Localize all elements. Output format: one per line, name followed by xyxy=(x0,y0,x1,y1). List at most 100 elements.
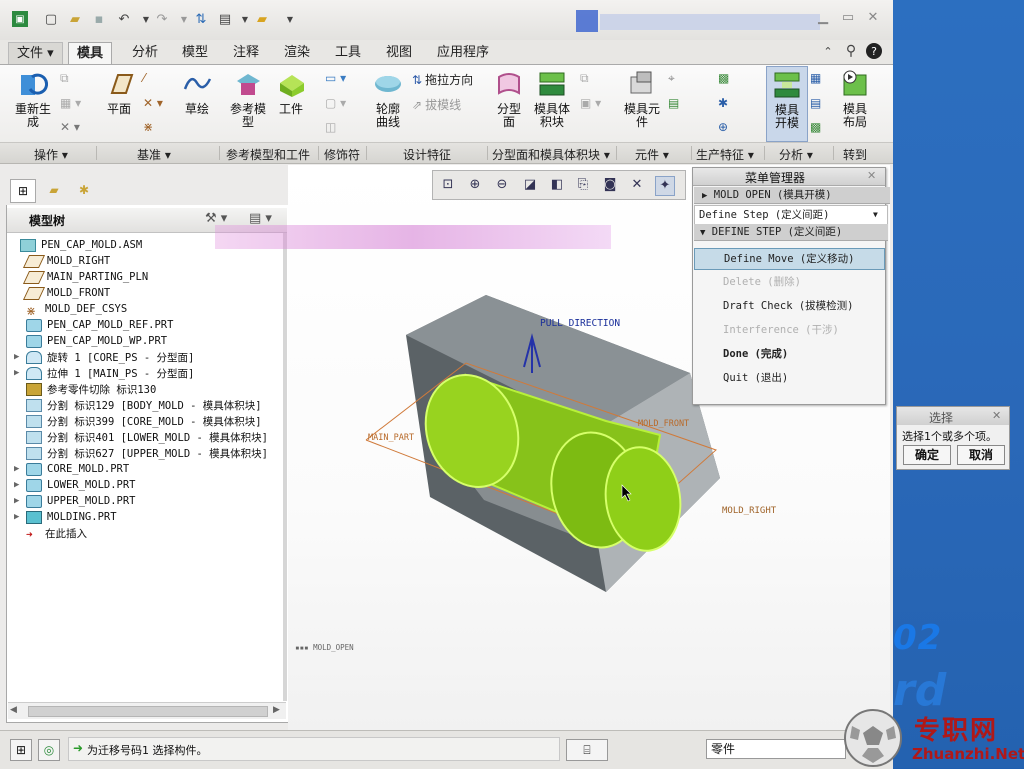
tree-item[interactable]: ▶ CORE_MOLD.PRT xyxy=(14,461,129,477)
copy-icon[interactable]: ⧉ xyxy=(60,71,69,86)
sketch-button[interactable]: 草绘 xyxy=(178,69,216,116)
expand-arrow-icon[interactable]: ▶ xyxy=(14,480,26,490)
tree-item[interactable]: 分割 标识401 [LOWER_MOLD - 模具体积块] xyxy=(14,429,268,445)
tab-view[interactable]: 视图 xyxy=(378,42,420,64)
view-manager-icon[interactable]: ◙ xyxy=(601,176,619,194)
analysis-icon[interactable]: ▦ xyxy=(810,71,821,85)
drag-direction-button[interactable]: ⇅ 拖拉方向 xyxy=(412,71,473,88)
tree-item[interactable]: 参考零件切除 标识130 xyxy=(14,381,156,397)
runner-icon[interactable]: ⊕ xyxy=(718,120,728,134)
tab-tools[interactable]: 工具 xyxy=(327,42,369,64)
tab-render[interactable]: 渲染 xyxy=(276,42,318,64)
tree-item[interactable]: PEN_CAP_MOLD_REF.PRT xyxy=(14,317,173,333)
help-icon[interactable]: ? xyxy=(866,43,882,59)
tree-root-assembly[interactable]: PEN_CAP_MOLD.ASM xyxy=(8,237,142,253)
tab-applications[interactable]: 应用程序 xyxy=(429,42,497,64)
tree-item[interactable]: 分割 标识627 [UPPER_MOLD - 模具体积块] xyxy=(14,445,268,461)
menu-item[interactable]: Done (完成) xyxy=(694,344,883,364)
cancel-button[interactable]: 取消 xyxy=(957,445,1005,465)
menu-manager-close-icon[interactable]: ✕ xyxy=(867,169,876,182)
refit-icon[interactable]: ⊡ xyxy=(439,176,457,194)
parting-surface-button[interactable]: 分型 面 xyxy=(490,69,528,129)
minimize-ribbon-icon[interactable]: ⌃ xyxy=(820,43,836,59)
tree-item[interactable]: MOLD_FRONT xyxy=(14,285,110,301)
tree-item[interactable]: ▶ LOWER_MOLD.PRT xyxy=(14,477,136,493)
group-ref-model-workpiece[interactable]: 参考模型和工件 xyxy=(226,146,310,163)
model-tree-tab-icon[interactable]: ⊞ xyxy=(10,179,36,203)
display-style-icon[interactable]: ◧ xyxy=(548,176,566,194)
define-step-menu-header[interactable]: ▼ DEFINE STEP (定义间距) xyxy=(694,224,888,241)
menu-item[interactable]: Draft Check (拔模检测) xyxy=(694,296,883,316)
show-browser-icon[interactable]: ◎ xyxy=(38,739,60,761)
mold-layout-button[interactable]: 模具 布局 xyxy=(836,69,874,129)
menu-item[interactable]: Quit (退出) xyxy=(694,368,883,388)
open-folder-icon[interactable]: ▰ xyxy=(67,11,83,27)
tree-vertical-scrollbar[interactable] xyxy=(283,233,287,701)
expand-arrow-icon[interactable]: ▶ xyxy=(14,512,26,522)
redo-dropdown-icon[interactable]: ▼ xyxy=(176,11,192,27)
group-operations[interactable]: 操作 ▾ xyxy=(34,146,68,163)
favorites-tab-icon[interactable]: ✱ xyxy=(72,179,96,201)
group-datum[interactable]: 基准 ▾ xyxy=(137,146,171,163)
datum-display-icon[interactable]: ✕ xyxy=(628,176,646,194)
close-window-icon[interactable]: ▰ xyxy=(254,11,270,27)
repaint-icon[interactable]: ◪ xyxy=(521,176,539,194)
tab-model[interactable]: 模型 xyxy=(174,42,216,64)
windows-icon[interactable]: ▤ xyxy=(217,11,233,27)
redo-icon[interactable]: ↷ xyxy=(154,11,170,27)
tree-item[interactable]: PEN_CAP_MOLD_WP.PRT xyxy=(14,333,167,349)
paste-icon[interactable]: ▦ ▾ xyxy=(60,96,81,110)
ok-button[interactable]: 确定 xyxy=(903,445,951,465)
mold-volume-button[interactable]: 模具体 积块 xyxy=(528,69,576,129)
undo-dropdown-icon[interactable]: ▼ xyxy=(138,11,154,27)
volume-tool-icon[interactable]: ⧉ xyxy=(580,71,589,86)
scroll-right-icon[interactable]: ▶ xyxy=(273,705,280,715)
tab-analysis[interactable]: 分析 xyxy=(124,42,166,64)
close-icon[interactable]: ✕ xyxy=(865,10,881,26)
group-modifiers[interactable]: 修饰符 xyxy=(324,146,360,163)
tree-item[interactable]: 分割 标识399 [CORE_MOLD - 模具体积块] xyxy=(14,413,262,429)
scroll-left-icon[interactable]: ◀ xyxy=(10,705,17,715)
windows-dropdown-icon[interactable]: ▼ xyxy=(237,11,253,27)
select-close-icon[interactable]: ✕ xyxy=(992,409,1001,422)
tree-settings-icon[interactable]: ⚒ ▾ xyxy=(205,211,227,226)
regenerate-small-icon[interactable]: ⇅ xyxy=(193,11,209,27)
mold-open-menu-header[interactable]: ▶ MOLD OPEN (模具开模) xyxy=(694,187,890,204)
analysis3-icon[interactable]: ▩ xyxy=(810,120,821,134)
modifier-icon[interactable]: ▢ ▾ xyxy=(325,96,346,110)
zoom-out-icon[interactable]: ⊖ xyxy=(493,176,511,194)
new-file-icon[interactable]: ▢ xyxy=(43,11,59,27)
expand-arrow-icon[interactable]: ▶ xyxy=(14,368,26,378)
saved-views-icon[interactable]: ⎘ xyxy=(574,176,592,194)
profile-curve-button[interactable]: 轮廓 曲线 xyxy=(368,69,408,129)
tree-item[interactable]: 分割 标识129 [BODY_MOLD - 模具体积块] xyxy=(14,397,262,413)
expand-arrow-icon[interactable]: ▶ xyxy=(14,464,26,474)
component-tool2-icon[interactable]: ▤ xyxy=(668,96,679,110)
tab-mold[interactable]: 模具 xyxy=(68,42,113,66)
group-design-features[interactable]: 设计特征 xyxy=(403,146,451,163)
search-icon[interactable]: ⚲ xyxy=(843,43,859,59)
find-icon[interactable]: ⌸ xyxy=(566,739,608,761)
undo-icon[interactable]: ↶ xyxy=(116,11,132,27)
tree-item[interactable]: MAIN_PARTING_PLN xyxy=(14,269,148,285)
tree-item[interactable]: ▶ 拉伸 1 [MAIN_PS - 分型面] xyxy=(14,365,194,381)
workpiece-button[interactable]: 工件 xyxy=(272,69,310,116)
component-tool-icon[interactable]: ⌖ xyxy=(668,71,675,86)
datum-point-icon[interactable]: ✕ ▾ xyxy=(143,96,163,110)
tree-item[interactable]: ➜ 在此插入 xyxy=(14,525,87,541)
tab-annotate[interactable]: 注释 xyxy=(225,42,267,64)
analysis2-icon[interactable]: ▤ xyxy=(810,96,821,110)
ejector-pin-icon[interactable]: ✱ xyxy=(718,96,728,110)
tree-horizontal-scrollbar[interactable]: ◀ ▶ xyxy=(8,702,286,719)
expand-arrow-icon[interactable]: ▶ xyxy=(14,496,26,506)
volume-tool2-icon[interactable]: ▣ ▾ xyxy=(580,96,601,110)
save-icon[interactable]: ▪ xyxy=(91,11,107,27)
mold-component-button[interactable]: 模具元 件 xyxy=(620,69,664,129)
production-feature-icon[interactable]: ▩ xyxy=(718,71,729,85)
datum-axis-icon[interactable]: ⁄ xyxy=(143,71,145,85)
mold-open-button[interactable]: 模具 开模 xyxy=(766,66,808,142)
minimize-icon[interactable]: ▁ xyxy=(815,10,831,26)
expand-arrow-icon[interactable]: ▶ xyxy=(14,352,26,362)
shrinkage-icon[interactable]: ▭ ▾ xyxy=(325,71,346,85)
tree-item[interactable]: ▶ MOLDING.PRT xyxy=(14,509,117,525)
